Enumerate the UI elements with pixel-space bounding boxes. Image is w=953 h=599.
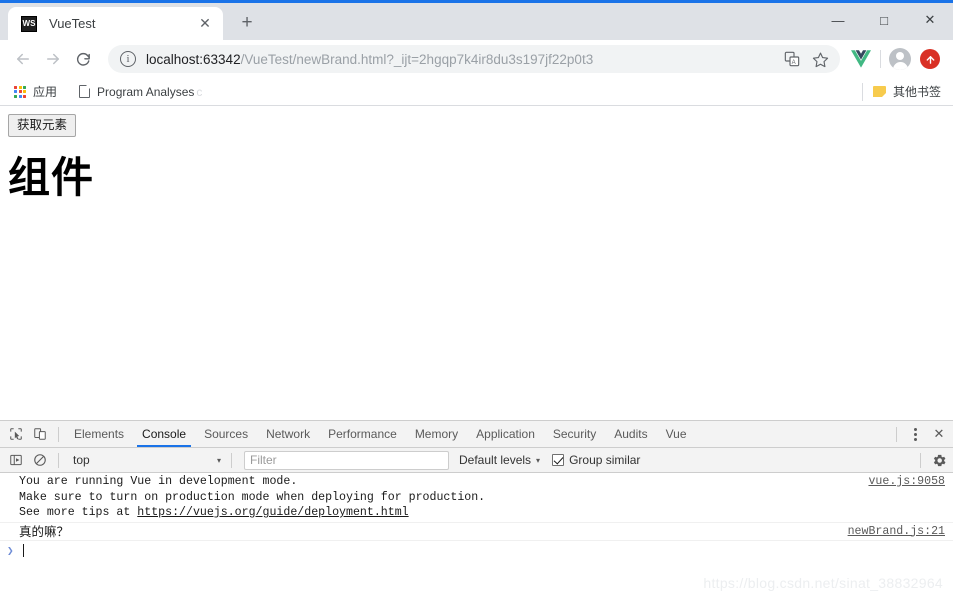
devtools-tab-console[interactable]: Console	[133, 421, 195, 447]
new-tab-button[interactable]: +	[233, 9, 261, 37]
browser-toolbar: i localhost:63342/VueTest/newBrand.html?…	[0, 40, 953, 78]
tab-strip: WS VueTest ✕ + — □ ✕	[0, 3, 953, 40]
url-host: localhost:63342	[146, 51, 241, 67]
tab-close-icon[interactable]: ✕	[195, 14, 215, 34]
console-filter-placeholder: Filter	[250, 453, 277, 467]
console-settings-group	[914, 448, 951, 472]
bookmark-star-icon[interactable]	[806, 45, 834, 73]
devtools-tab-performance[interactable]: Performance	[319, 421, 406, 447]
tab-favicon-icon: WS	[21, 15, 37, 32]
device-toolbar-icon[interactable]	[28, 422, 52, 446]
bookmark-program-analyses[interactable]: Program Analyses c	[73, 81, 208, 103]
console-sidebar-icon[interactable]	[4, 448, 28, 472]
console-message-line-1: You are running Vue in development mode.	[19, 475, 298, 488]
window-close-button[interactable]: ✕	[907, 3, 953, 37]
forward-icon[interactable]	[38, 44, 68, 74]
console-prompt[interactable]: ❯	[0, 541, 953, 560]
console-context-select[interactable]: top ▾	[65, 451, 225, 470]
console-prompt-arrow-icon: ❯	[7, 545, 14, 558]
devtools-panel: Elements Console Sources Network Perform…	[0, 420, 953, 599]
devtools-tabbar-divider	[58, 426, 59, 442]
tab-title: VueTest	[49, 16, 96, 31]
console-message-zhendema-line: 真的嘛？	[19, 523, 70, 539]
console-toolbar: top ▾ Filter Default levels ▾ Group simi…	[0, 448, 953, 473]
devtools-tab-memory[interactable]: Memory	[406, 421, 467, 447]
bookmark-other[interactable]: 其他书签	[867, 81, 947, 103]
window-maximize-button[interactable]: □	[861, 3, 907, 37]
group-similar-toggle[interactable]: Group similar	[552, 453, 640, 467]
console-output[interactable]: You are running Vue in development mode.…	[0, 473, 953, 599]
toolbar-divider	[880, 50, 881, 68]
avatar	[889, 48, 911, 70]
bookmarks-divider	[861, 82, 863, 101]
devtools-tab-security[interactable]: Security	[544, 421, 605, 447]
devtools-tab-sources[interactable]: Sources	[195, 421, 257, 447]
bookmark-other-label: 其他书签	[892, 85, 941, 99]
bookmarks-bar: 应用 Program Analyses c 其他书签	[0, 78, 953, 106]
console-toolbar-divider	[58, 452, 59, 468]
bookmark-truncation: c	[196, 84, 203, 99]
devtools-close-icon[interactable]: ✕	[927, 422, 951, 446]
address-bar-url: localhost:63342/VueTest/newBrand.html?_i…	[146, 52, 778, 67]
console-context-label: top	[73, 453, 90, 467]
window-controls: — □ ✕	[815, 3, 953, 37]
console-message-source-vue[interactable]: vue.js:9058	[868, 474, 945, 490]
profile-avatar[interactable]	[885, 44, 915, 74]
console-message-zhendema[interactable]: 真的嘛？ newBrand.js:21	[0, 523, 953, 541]
page-content: 获取元素 组件	[0, 106, 953, 408]
settings-gear-icon[interactable]	[927, 448, 951, 472]
console-prompt-caret	[22, 544, 24, 557]
levels-chevron-down-icon: ▾	[536, 455, 541, 465]
window-minimize-button[interactable]: —	[815, 3, 861, 37]
vuejs-deployment-link[interactable]: https://vuejs.org/guide/deployment.html	[137, 506, 408, 519]
reload-icon[interactable]	[68, 44, 98, 74]
devtools-tab-application[interactable]: Application	[467, 421, 544, 447]
devtools-tabbar: Elements Console Sources Network Perform…	[0, 421, 953, 448]
page-title: 组件	[8, 153, 95, 201]
back-icon[interactable]	[8, 44, 38, 74]
chevron-down-icon: ▾	[216, 455, 221, 465]
omnibox-icons: A	[778, 45, 834, 73]
group-similar-checkbox[interactable]	[552, 454, 565, 466]
document-icon	[79, 85, 91, 98]
bookmark-program-analyses-label: Program Analyses	[97, 84, 195, 99]
console-toolbar-divider-2	[231, 452, 232, 468]
devtools-tab-vue[interactable]: Vue	[657, 421, 696, 447]
console-message-source-newbrand[interactable]: newBrand.js:21	[848, 524, 945, 540]
devtools-tab-network[interactable]: Network	[257, 421, 319, 447]
devtools-tab-elements[interactable]: Elements	[65, 421, 133, 447]
inspect-element-icon[interactable]	[4, 422, 28, 446]
vue-devtools-icon[interactable]	[846, 44, 876, 74]
devtools-tabbar-right: ✕	[890, 422, 951, 446]
bookmark-apps[interactable]: 应用	[8, 81, 63, 103]
apps-grid-icon	[14, 85, 26, 98]
svg-text:A: A	[792, 60, 796, 66]
console-levels-label: Default levels	[459, 453, 532, 467]
console-message-line-2: Make sure to turn on production mode whe…	[19, 490, 486, 504]
update-arrow-icon	[920, 49, 940, 69]
bookmark-apps-label: 应用	[33, 85, 58, 99]
devtools-tab-audits[interactable]: Audits	[605, 421, 656, 447]
console-filter-input[interactable]: Filter	[244, 450, 449, 470]
folder-icon	[872, 86, 886, 97]
update-available-button[interactable]	[915, 44, 945, 74]
console-message-line-3-text: See more tips at	[19, 506, 138, 519]
toolbar-right-icons	[846, 44, 945, 74]
get-element-button[interactable]: 获取元素	[8, 114, 77, 137]
translate-icon[interactable]: A	[778, 45, 806, 73]
console-message-line-3: See more tips at https://vuejs.org/guide…	[19, 505, 853, 521]
other-bookmarks-group: 其他书签	[858, 81, 947, 103]
url-path: /VueTest/newBrand.html?_ijt=2hgqp7k4ir8d…	[240, 51, 594, 67]
console-levels-select[interactable]: Default levels ▾	[459, 453, 540, 467]
site-info-icon[interactable]: i	[120, 51, 136, 67]
clear-console-icon[interactable]	[28, 448, 52, 472]
devtools-right-divider	[896, 426, 897, 442]
console-message-vue-dev-mode[interactable]: You are running Vue in development mode.…	[0, 473, 953, 523]
console-settings-divider	[920, 452, 921, 468]
devtools-more-options-icon[interactable]	[903, 422, 927, 446]
group-similar-label: Group similar	[569, 453, 641, 467]
address-bar[interactable]: i localhost:63342/VueTest/newBrand.html?…	[108, 45, 840, 73]
browser-tab-vuetest[interactable]: WS VueTest ✕	[8, 7, 223, 40]
